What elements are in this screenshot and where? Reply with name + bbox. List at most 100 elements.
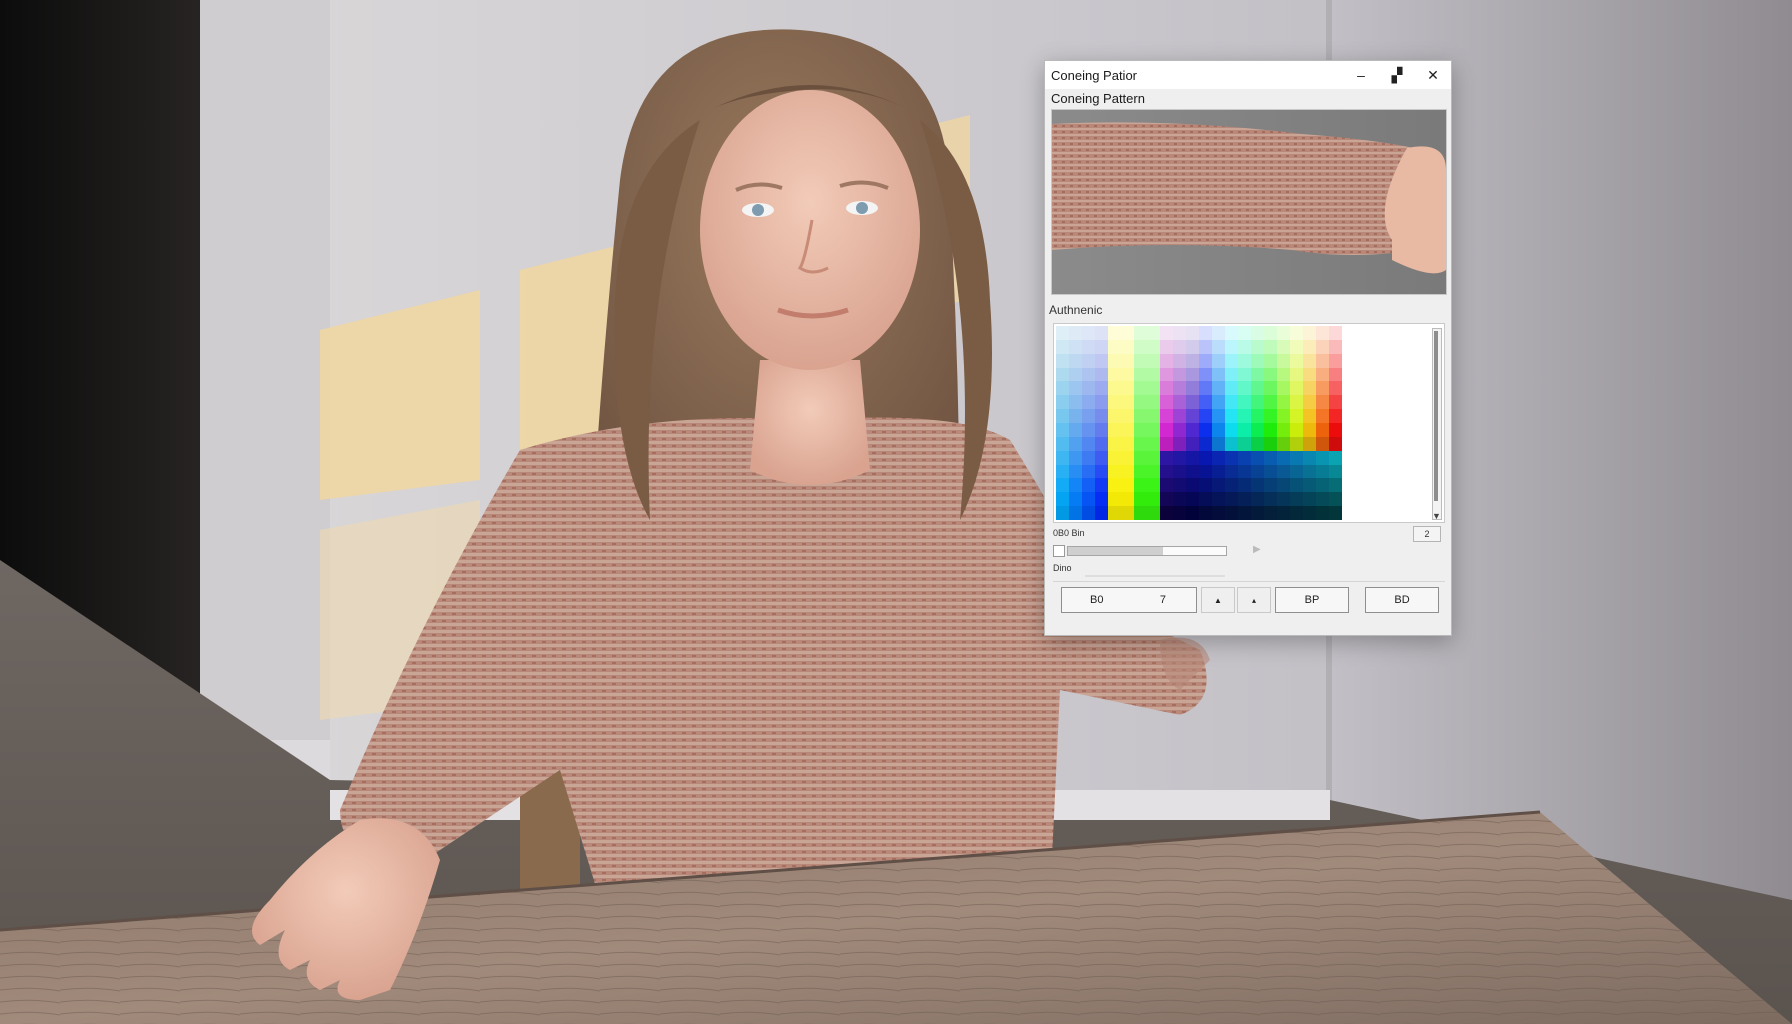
palette-swatch[interactable] bbox=[1316, 395, 1329, 410]
palette-swatch[interactable] bbox=[1329, 450, 1342, 465]
palette-swatch[interactable] bbox=[1225, 353, 1238, 368]
palette-swatch[interactable] bbox=[1108, 464, 1121, 479]
palette-swatch[interactable] bbox=[1082, 326, 1095, 340]
palette-swatch[interactable] bbox=[1238, 381, 1251, 396]
palette-swatch[interactable] bbox=[1303, 326, 1316, 340]
palette-swatch[interactable] bbox=[1251, 450, 1264, 465]
palette-swatch[interactable] bbox=[1303, 409, 1316, 423]
palette-swatch[interactable] bbox=[1173, 326, 1186, 340]
palette-swatch[interactable] bbox=[1251, 409, 1264, 423]
palette-swatch[interactable] bbox=[1056, 395, 1069, 410]
palette-swatch[interactable] bbox=[1056, 409, 1069, 423]
palette-swatch[interactable] bbox=[1199, 492, 1212, 507]
palette-swatch[interactable] bbox=[1316, 436, 1329, 451]
palette-swatch[interactable] bbox=[1264, 436, 1277, 451]
palette-swatch[interactable] bbox=[1329, 381, 1342, 396]
palette-swatch[interactable] bbox=[1095, 326, 1108, 340]
palette-swatch[interactable] bbox=[1277, 381, 1290, 396]
palette-swatch[interactable] bbox=[1303, 353, 1316, 368]
palette-swatch[interactable] bbox=[1290, 422, 1303, 437]
palette-swatch[interactable] bbox=[1251, 381, 1264, 396]
palette-swatch[interactable] bbox=[1121, 436, 1134, 451]
palette-swatch[interactable] bbox=[1173, 492, 1186, 507]
palette-swatch[interactable] bbox=[1095, 395, 1108, 410]
palette-swatch[interactable] bbox=[1290, 395, 1303, 410]
palette-swatch[interactable] bbox=[1160, 409, 1173, 423]
ok-button[interactable]: BP bbox=[1275, 587, 1349, 613]
palette-swatch[interactable] bbox=[1329, 395, 1342, 410]
palette-swatch[interactable] bbox=[1147, 326, 1160, 340]
palette-swatch[interactable] bbox=[1264, 422, 1277, 437]
palette-swatch[interactable] bbox=[1147, 422, 1160, 437]
palette-swatch[interactable] bbox=[1212, 506, 1225, 520]
palette-swatch[interactable] bbox=[1316, 339, 1329, 354]
palette-swatch[interactable] bbox=[1329, 339, 1342, 354]
palette-swatch[interactable] bbox=[1095, 464, 1108, 479]
palette-swatch[interactable] bbox=[1264, 381, 1277, 396]
palette-swatch[interactable] bbox=[1251, 492, 1264, 507]
palette-swatch[interactable] bbox=[1264, 464, 1277, 479]
palette-swatch[interactable] bbox=[1147, 464, 1160, 479]
palette-swatch[interactable] bbox=[1173, 409, 1186, 423]
close-icon[interactable]: ✕ bbox=[1415, 61, 1451, 89]
palette-swatch[interactable] bbox=[1199, 506, 1212, 520]
palette-swatch[interactable] bbox=[1251, 326, 1264, 340]
palette-swatch[interactable] bbox=[1303, 395, 1316, 410]
palette-swatch[interactable] bbox=[1069, 381, 1082, 396]
palette-swatch[interactable] bbox=[1082, 464, 1095, 479]
palette-swatch[interactable] bbox=[1212, 478, 1225, 493]
palette-swatch[interactable] bbox=[1290, 506, 1303, 520]
palette-swatch[interactable] bbox=[1238, 478, 1251, 493]
palette-swatch[interactable] bbox=[1121, 422, 1134, 437]
palette-swatch[interactable] bbox=[1173, 478, 1186, 493]
palette-swatch[interactable] bbox=[1316, 409, 1329, 423]
palette-swatch[interactable] bbox=[1108, 450, 1121, 465]
palette-swatch[interactable] bbox=[1277, 450, 1290, 465]
palette-swatch[interactable] bbox=[1134, 353, 1147, 368]
palette-swatch[interactable] bbox=[1303, 506, 1316, 520]
palette-swatch[interactable] bbox=[1186, 367, 1199, 382]
palette-swatch[interactable] bbox=[1316, 326, 1329, 340]
palette-swatch[interactable] bbox=[1212, 381, 1225, 396]
palette-swatch[interactable] bbox=[1173, 353, 1186, 368]
palette-swatch[interactable] bbox=[1264, 492, 1277, 507]
palette-swatch[interactable] bbox=[1316, 367, 1329, 382]
palette-swatch[interactable] bbox=[1147, 409, 1160, 423]
maximize-icon[interactable]: ▞ bbox=[1379, 61, 1415, 89]
palette-swatch[interactable] bbox=[1290, 326, 1303, 340]
palette-swatch[interactable] bbox=[1277, 395, 1290, 410]
palette-swatch[interactable] bbox=[1199, 339, 1212, 354]
palette-swatch[interactable] bbox=[1121, 478, 1134, 493]
palette-swatch[interactable] bbox=[1199, 367, 1212, 382]
palette-swatch[interactable] bbox=[1160, 381, 1173, 396]
palette-swatch[interactable] bbox=[1199, 450, 1212, 465]
palette-swatch[interactable] bbox=[1225, 409, 1238, 423]
palette-scrollbar[interactable]: ▼ bbox=[1432, 328, 1442, 521]
palette-swatch[interactable] bbox=[1108, 339, 1121, 354]
play-icon[interactable]: ▶ bbox=[1253, 544, 1261, 555]
palette-swatch[interactable] bbox=[1095, 367, 1108, 382]
palette-swatch[interactable] bbox=[1277, 478, 1290, 493]
palette-swatch[interactable] bbox=[1082, 450, 1095, 465]
palette-swatch[interactable] bbox=[1290, 450, 1303, 465]
palette-swatch[interactable] bbox=[1251, 506, 1264, 520]
palette-swatch[interactable] bbox=[1199, 395, 1212, 410]
palette-swatch[interactable] bbox=[1212, 339, 1225, 354]
palette-swatch[interactable] bbox=[1238, 506, 1251, 520]
palette-swatch[interactable] bbox=[1082, 381, 1095, 396]
palette-swatch[interactable] bbox=[1277, 367, 1290, 382]
palette-swatch[interactable] bbox=[1277, 436, 1290, 451]
palette-swatch[interactable] bbox=[1056, 367, 1069, 382]
palette-swatch[interactable] bbox=[1147, 506, 1160, 520]
palette-swatch[interactable] bbox=[1199, 478, 1212, 493]
palette-swatch[interactable] bbox=[1173, 436, 1186, 451]
palette-swatch[interactable] bbox=[1225, 436, 1238, 451]
palette-swatch[interactable] bbox=[1082, 492, 1095, 507]
palette-swatch[interactable] bbox=[1121, 409, 1134, 423]
palette-swatch[interactable] bbox=[1095, 409, 1108, 423]
palette-swatch[interactable] bbox=[1095, 339, 1108, 354]
palette-swatch[interactable] bbox=[1277, 492, 1290, 507]
palette-swatch[interactable] bbox=[1238, 353, 1251, 368]
palette-swatch[interactable] bbox=[1238, 422, 1251, 437]
palette-swatch[interactable] bbox=[1069, 492, 1082, 507]
